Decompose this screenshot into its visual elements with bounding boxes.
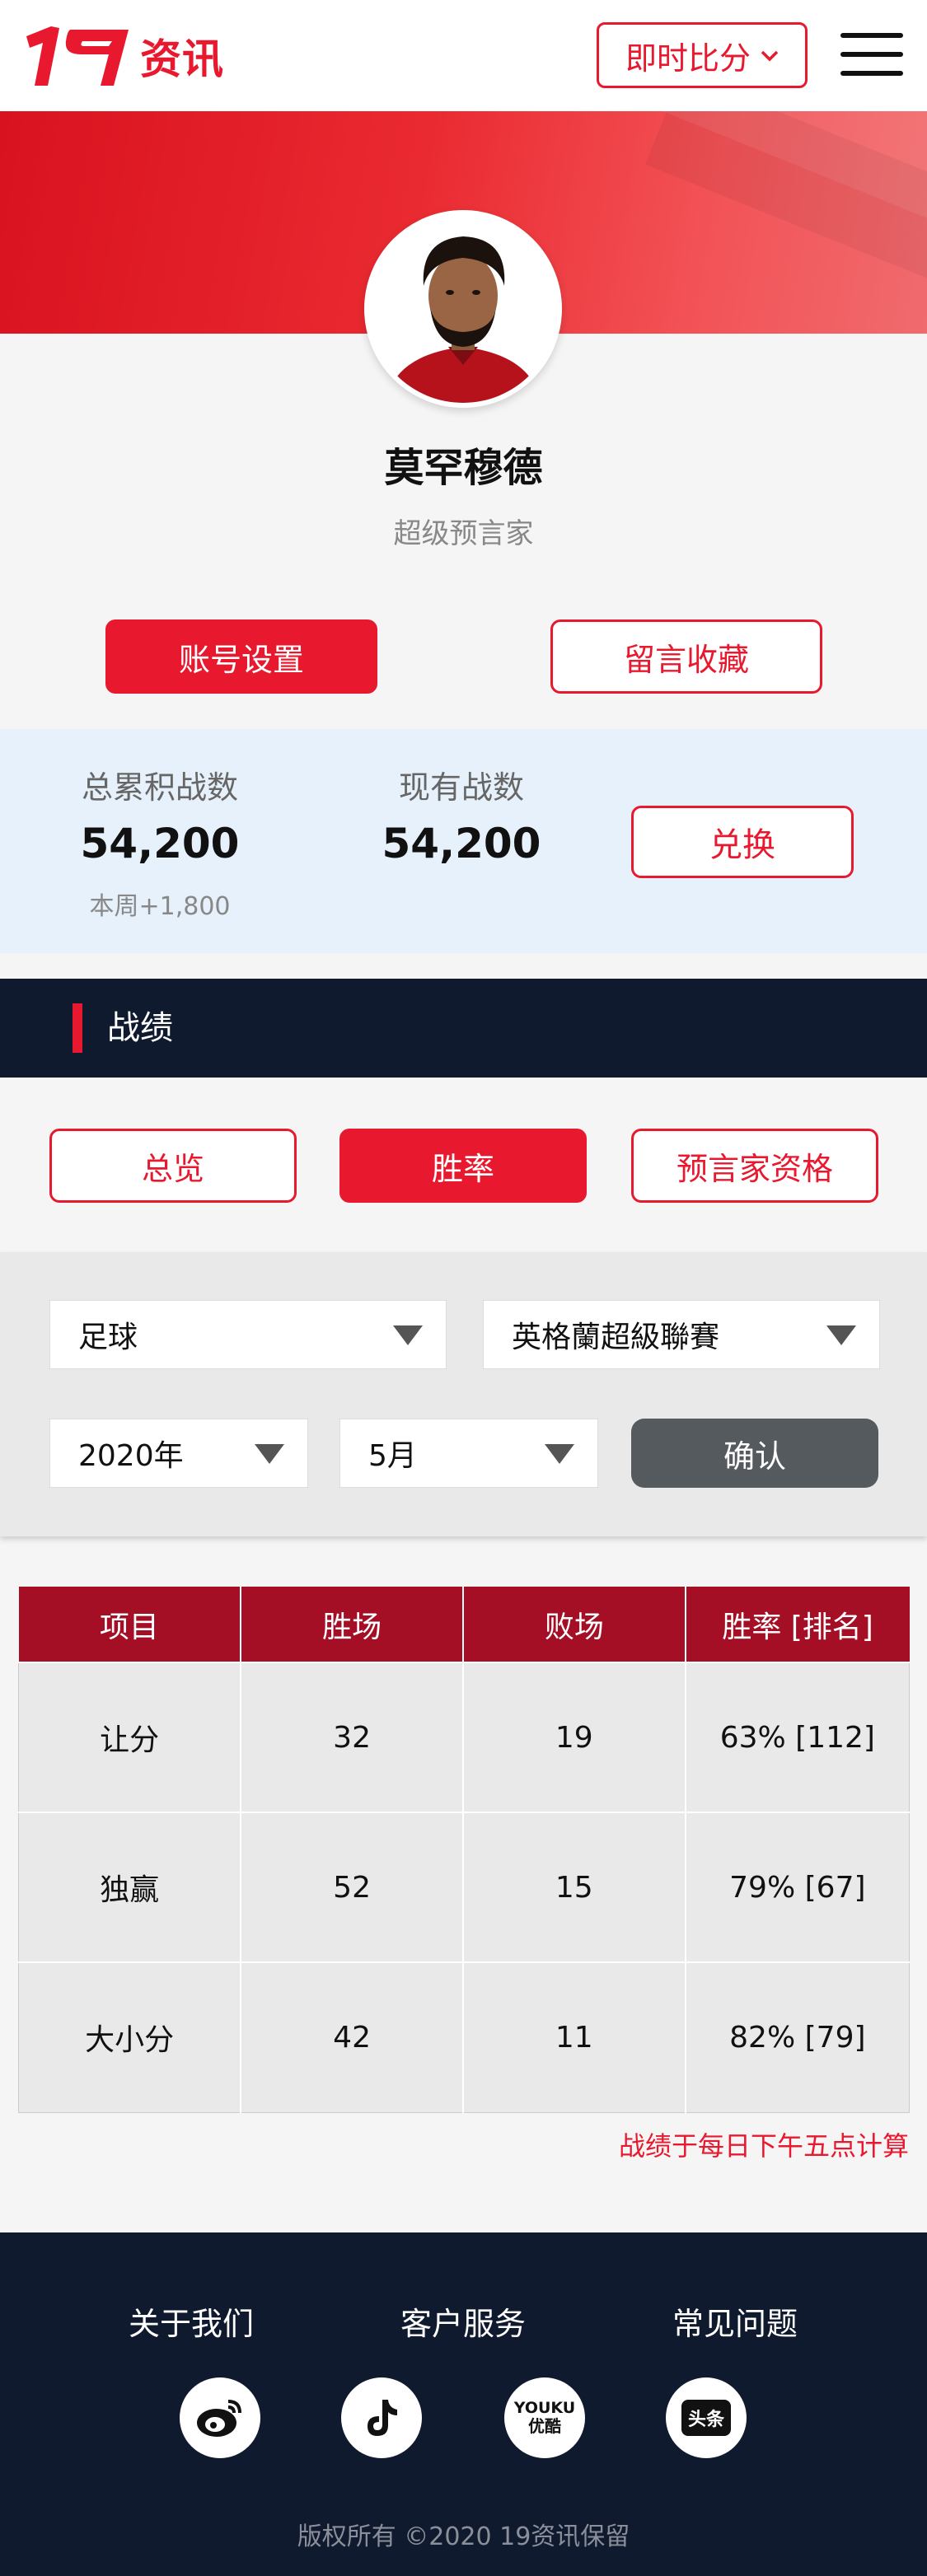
footer-link-service[interactable]: 客户服务 [339, 2298, 587, 2344]
column-header: 胜率 [排名] [685, 1587, 910, 1662]
dropdown-arrow-icon [255, 1444, 284, 1464]
column-header: 胜场 [241, 1587, 464, 1662]
live-score-label: 即时比分 [625, 40, 751, 77]
logo-mark-icon [26, 26, 129, 86]
table-row: 大小分 42 11 82% [79] [18, 1961, 910, 2113]
column-header: 败场 [462, 1587, 686, 1662]
table-cell: 让分 [18, 1662, 242, 1813]
table-cell: 11 [461, 1961, 686, 2113]
redeem-button[interactable]: 兑换 [631, 806, 854, 878]
tab-win-rate[interactable]: 胜率 [339, 1129, 587, 1203]
youku-label-en: YOUKU [513, 2399, 576, 2417]
current-battles-label: 现有战数 [398, 769, 524, 806]
youku-icon[interactable]: YOUKU 优酷 [504, 2377, 585, 2458]
table-cell: 52 [240, 1812, 464, 1963]
section-title: 战绩 [107, 1009, 173, 1047]
dropdown-arrow-icon [826, 1325, 856, 1345]
account-settings-button[interactable]: 账号设置 [105, 619, 377, 694]
avatar [364, 210, 562, 408]
sport-select-value: 足球 [78, 1321, 138, 1354]
table-cell: 63% [112] [684, 1662, 910, 1813]
table-header-row: 项目 胜场 败场 胜率 [排名] [18, 1587, 910, 1662]
table-cell: 19 [461, 1662, 686, 1813]
user-rank: 超级预言家 [393, 517, 534, 550]
toutiao-icon[interactable]: 头条 [666, 2377, 747, 2458]
saved-messages-button[interactable]: 留言收藏 [550, 619, 822, 694]
total-battles-value: 54,200 [80, 820, 240, 867]
year-select-value: 2020年 [78, 1439, 184, 1473]
tiktok-icon[interactable] [341, 2377, 422, 2458]
dropdown-arrow-icon [545, 1444, 574, 1464]
weibo-icon[interactable] [180, 2377, 260, 2458]
footer-link-about[interactable]: 关于我们 [68, 2298, 315, 2344]
table-row: 独赢 52 15 79% [67] [18, 1812, 910, 1963]
total-battles-label: 总累积战数 [81, 769, 238, 806]
dropdown-arrow-icon [393, 1325, 423, 1345]
league-select-value: 英格蘭超級聯賽 [512, 1321, 720, 1354]
filter-panel [0, 1252, 927, 1536]
weekly-delta: 本周+1,800 [89, 892, 231, 921]
logo-text: 资讯 [140, 35, 224, 83]
month-select[interactable]: 5月 [339, 1419, 598, 1488]
hamburger-menu-icon[interactable] [840, 33, 903, 76]
win-rate-table: 项目 胜场 败场 胜率 [排名] 让分 32 19 63% [112] 独赢 5… [18, 1587, 910, 2113]
toutiao-label: 头条 [681, 2400, 731, 2436]
footer-link-faq[interactable]: 常见问题 [611, 2298, 859, 2344]
calculation-note: 战绩于每日下午五点计算 [618, 2130, 909, 2162]
month-select-value: 5月 [368, 1439, 417, 1473]
table-cell: 42 [240, 1961, 464, 2113]
site-footer: 关于我们 客户服务 常见问题 YOUKU 优酷 头条 版权所有 ©2020 19… [0, 2232, 927, 2576]
user-name: 莫罕穆德 [384, 445, 543, 491]
tab-prophet-qualification[interactable]: 预言家资格 [631, 1129, 878, 1203]
chevron-down-icon [761, 43, 779, 68]
section-header: 战绩 [0, 979, 927, 1078]
confirm-button[interactable]: 确认 [631, 1419, 878, 1488]
avatar-image [369, 215, 557, 403]
table-cell: 大小分 [18, 1961, 242, 2113]
youku-label-cn: 优酷 [528, 2416, 561, 2436]
section-accent-bar [73, 1003, 82, 1053]
site-logo[interactable]: 资讯 [23, 21, 224, 91]
table-cell: 15 [461, 1812, 686, 1963]
current-battles-value: 54,200 [382, 820, 541, 867]
league-select[interactable]: 英格蘭超級聯賽 [483, 1300, 880, 1369]
table-cell: 32 [240, 1662, 464, 1813]
top-header: 资讯 即时比分 [0, 0, 927, 111]
column-header: 项目 [18, 1587, 242, 1662]
table-cell: 82% [79] [684, 1961, 910, 2113]
year-select[interactable]: 2020年 [49, 1419, 308, 1488]
live-score-select[interactable]: 即时比分 [597, 22, 808, 88]
table-cell: 79% [67] [684, 1812, 910, 1963]
tab-overview[interactable]: 总览 [49, 1129, 297, 1203]
sport-select[interactable]: 足球 [49, 1300, 447, 1369]
table-row: 让分 32 19 63% [112] [18, 1662, 910, 1813]
table-cell: 独赢 [18, 1812, 242, 1963]
copyright-text: 版权所有 ©2020 19资讯保留 [297, 2522, 630, 2551]
